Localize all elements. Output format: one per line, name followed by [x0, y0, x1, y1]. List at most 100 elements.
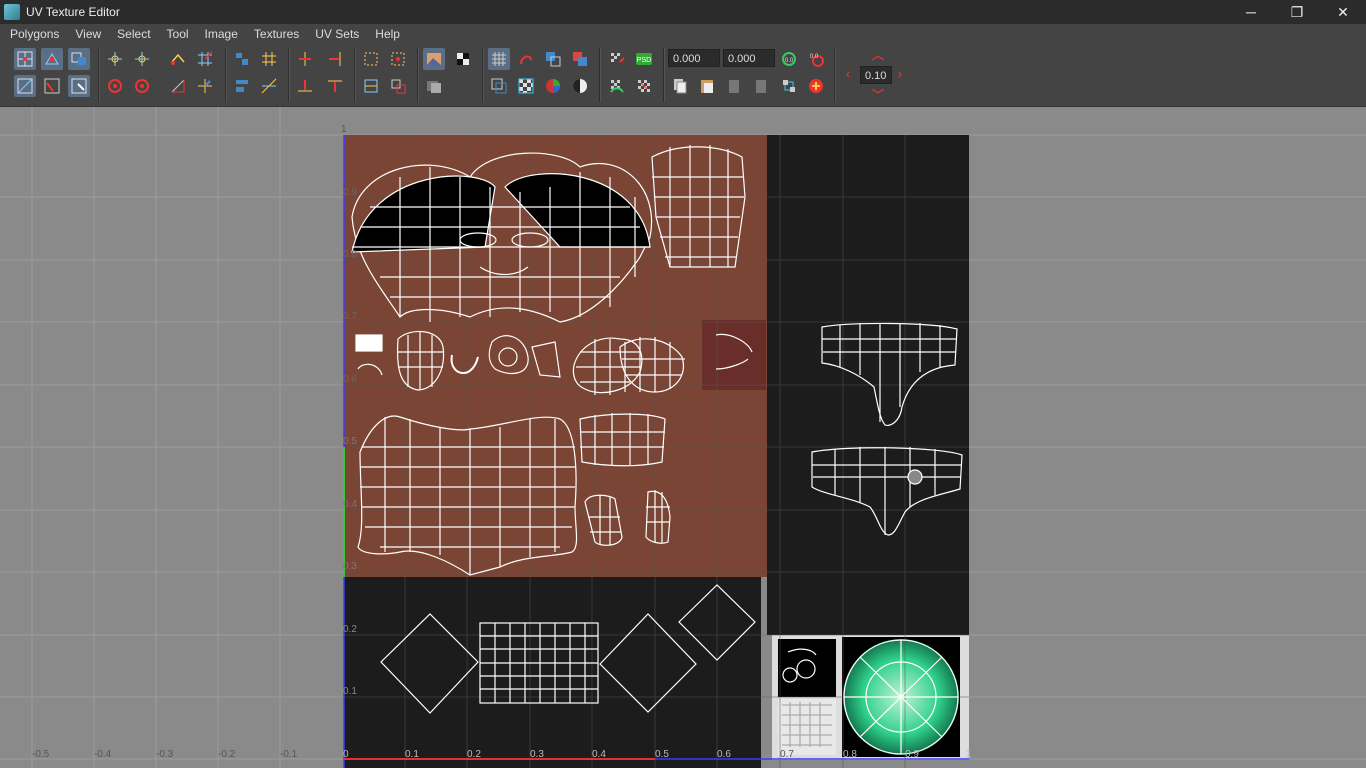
close-button[interactable]: ✕: [1320, 0, 1366, 24]
rotate-ccw-icon[interactable]: [104, 75, 126, 97]
menu-uv-sets[interactable]: UV Sets: [305, 24, 365, 44]
sew-uv-edges-icon[interactable]: [167, 75, 189, 97]
paste-u-icon[interactable]: [723, 75, 745, 97]
u-tick-label: 0.2: [467, 749, 481, 760]
v-tick-label: 0.6: [343, 374, 357, 385]
update-psd-icon[interactable]: [606, 48, 628, 70]
cut-uv-edges-icon[interactable]: [167, 48, 189, 70]
title-bar: UV Texture Editor ─ ❐ ✕: [0, 0, 1366, 24]
menu-image[interactable]: Image: [195, 24, 244, 44]
grid-uvs-icon[interactable]: [258, 48, 280, 70]
relax-uvs-icon[interactable]: [387, 75, 409, 97]
eye-texture-light: [778, 699, 836, 755]
toolbar-separator: [225, 48, 227, 102]
flip-u-icon[interactable]: [104, 48, 126, 70]
svg-text:0.0: 0.0: [785, 58, 794, 64]
split-uvs-icon[interactable]: [194, 48, 216, 70]
u-tick-label: -0.1: [280, 749, 298, 760]
toolbar-separator: [98, 48, 100, 102]
move-right-icon[interactable]: ›: [898, 67, 902, 81]
unfold-uvs-icon[interactable]: [360, 75, 382, 97]
window-title: UV Texture Editor: [26, 5, 120, 19]
normalize-uvs-icon[interactable]: [387, 48, 409, 70]
layout-uvs-icon[interactable]: [231, 48, 253, 70]
copy-uvs-icon[interactable]: [669, 75, 691, 97]
move-sew-icon[interactable]: [194, 75, 216, 97]
menu-polygons[interactable]: Polygons: [0, 24, 65, 44]
paste-uvs-icon[interactable]: [696, 75, 718, 97]
menu-help[interactable]: Help: [365, 24, 406, 44]
relative-transform-icon[interactable]: 0.0: [805, 48, 827, 70]
cycle-uvs-icon[interactable]: [778, 75, 800, 97]
display-image-icon[interactable]: [423, 48, 445, 70]
uv-smooth-select-icon[interactable]: [68, 75, 90, 97]
uv-viewport[interactable]: 1 0.9 0.8 0.7 0.6 0.5 0.4 0.3 0.2 0.1 -0…: [0, 107, 1366, 768]
toolbar-separator: [599, 48, 601, 102]
uv-face-select-icon[interactable]: [41, 75, 63, 97]
u-tick-label: -0.5: [32, 749, 50, 760]
texture-tile-icon[interactable]: [633, 75, 655, 97]
uv-edge-select-icon[interactable]: [14, 75, 36, 97]
v-tick-label: 0.8: [343, 249, 357, 260]
u-tick-label: 0.4: [592, 749, 606, 760]
v-value-field[interactable]: 0.000: [723, 49, 775, 67]
alpha-channel-icon[interactable]: [569, 75, 591, 97]
dark-texture-bottom: [344, 577, 761, 768]
rgb-channels-icon[interactable]: [542, 75, 564, 97]
paste-v-icon[interactable]: [750, 75, 772, 97]
u-tick-label: -0.4: [94, 749, 112, 760]
flip-v-icon[interactable]: [131, 48, 153, 70]
move-down-icon[interactable]: ﹀: [872, 86, 884, 103]
app-icon: [4, 4, 20, 20]
image-ratio-icon[interactable]: [606, 75, 628, 97]
u-value-field[interactable]: 0.000: [668, 49, 720, 67]
align-uvs-icon[interactable]: [231, 75, 253, 97]
menu-view[interactable]: View: [65, 24, 107, 44]
toolbar-separator: [482, 48, 484, 102]
minimize-button[interactable]: ─: [1228, 0, 1274, 24]
uv-move-icon[interactable]: [41, 48, 63, 70]
align-min-u-icon[interactable]: [294, 48, 316, 70]
menu-tool[interactable]: Tool: [157, 24, 195, 44]
restore-button[interactable]: ❐: [1274, 0, 1320, 24]
u-tick-label: 0.7: [780, 749, 794, 760]
uv-step-field[interactable]: 0.10: [860, 66, 892, 84]
align-max-v-icon[interactable]: [324, 75, 346, 97]
shaded-uv-icon[interactable]: [542, 48, 564, 70]
u-tick-label: 0.9: [905, 749, 919, 760]
u-tick-label: -0.3: [156, 749, 174, 760]
move-left-icon[interactable]: ‹: [846, 67, 850, 81]
straighten-uvs-icon[interactable]: [258, 75, 280, 97]
move-up-icon[interactable]: ︿: [872, 46, 884, 63]
snapshot-icon[interactable]: [360, 48, 382, 70]
psd-network-icon[interactable]: PSD: [633, 48, 655, 70]
menu-textures[interactable]: Textures: [244, 24, 305, 44]
v-tick-label: 0.1: [343, 686, 357, 697]
texture-patch: [702, 320, 766, 390]
texture-borders-icon[interactable]: [569, 48, 591, 70]
pixel-snap-icon[interactable]: [515, 48, 537, 70]
checker-toggle-icon[interactable]: [452, 48, 474, 70]
u-tick-label: 1: [966, 749, 972, 760]
toolbar-separator: [834, 48, 836, 102]
uv-select-grid-icon[interactable]: [14, 48, 36, 70]
uv-canvas[interactable]: 1 0.9 0.8 0.7 0.6 0.5 0.4 0.3 0.2 0.1 -0…: [0, 107, 1366, 768]
align-min-v-icon[interactable]: [294, 75, 316, 97]
dim-image-icon[interactable]: [423, 75, 445, 97]
toolbar-separator: [663, 48, 665, 102]
align-max-u-icon[interactable]: [324, 48, 346, 70]
toolbar-separator: [417, 48, 419, 102]
u-tick-label: 0.1: [405, 749, 419, 760]
uv-shell-tag: [355, 334, 383, 352]
uv-set-icon[interactable]: [805, 75, 827, 97]
checker-map-icon[interactable]: [515, 75, 537, 97]
grid-display-icon[interactable]: [488, 48, 510, 70]
u-tick-label: 0.6: [717, 749, 731, 760]
u-tick-label: -0.2: [218, 749, 236, 760]
uv-shell-select-icon[interactable]: [68, 48, 90, 70]
v-tick-label: 0.9: [343, 187, 357, 198]
rotate-cw-icon[interactable]: [131, 75, 153, 97]
menu-select[interactable]: Select: [107, 24, 156, 44]
distortion-display-icon[interactable]: [488, 75, 510, 97]
refresh-values-icon[interactable]: 0.0: [778, 48, 800, 70]
